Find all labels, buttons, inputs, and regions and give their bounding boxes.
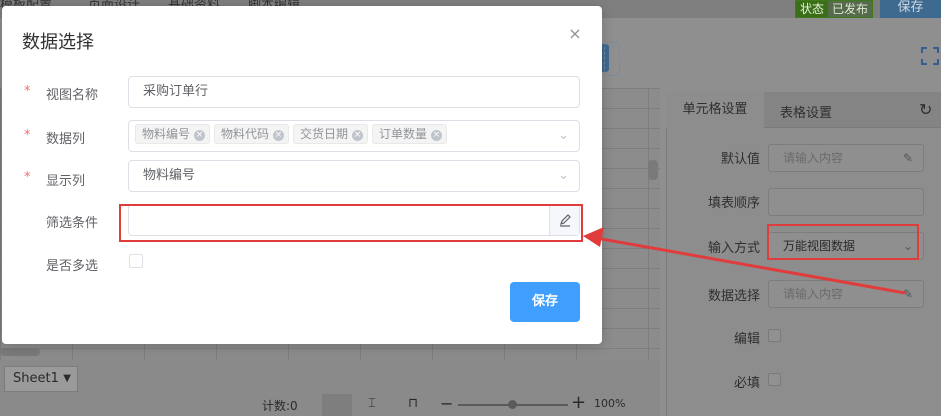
right-panel-tabs: 单元格设置 表格设置 (666, 92, 941, 128)
column-tag: 订单数量 × (372, 124, 448, 144)
data-select-label: 数据选择 (707, 289, 760, 304)
required-star: * (24, 84, 31, 99)
tag-close-icon[interactable]: × (273, 130, 285, 141)
default-value-placeholder: 请输入内容 (783, 151, 844, 165)
view-name-value: 采购订单行 (143, 84, 209, 99)
fill-order-label: 填表顺序 (707, 196, 760, 211)
count-readout: 计数:0 (262, 399, 298, 413)
column-tag: 物料代码 × (214, 124, 290, 144)
view-name-label: 视图名称 (46, 88, 99, 103)
chevron-down-icon: ⌄ (558, 168, 569, 183)
tab-table-settings[interactable]: 表格设置 (780, 102, 832, 121)
tag-close-icon[interactable]: × (194, 130, 206, 141)
column-tag-label: 物料编号 (142, 127, 191, 141)
default-value-label: 默认值 (720, 152, 760, 167)
data-select-dialog: 数据选择 × * 视图名称 采购订单行 * 数据列 物料编号 × 物料代码 × 交货日期… (2, 6, 602, 344)
page-layout-icon[interactable]: ⌶ (368, 396, 376, 411)
tab-cell-settings[interactable]: 单元格设置 (666, 92, 764, 128)
data-select-placeholder: 请输入内容 (783, 287, 844, 301)
column-tag: 物料编号 × (135, 124, 211, 144)
column-tag-label: 物料代码 (221, 127, 270, 141)
column-tag: 交货日期 × (293, 124, 369, 144)
grid-vertical-scrollbar[interactable] (648, 160, 658, 180)
sheet-name: Sheet1 (13, 371, 59, 386)
zoom-level: 100% (594, 397, 626, 410)
default-value-input[interactable]: 请输入内容 ✎ (768, 144, 924, 172)
fullscreen-icon[interactable] (920, 46, 940, 71)
refresh-icon[interactable]: ↻ (919, 100, 932, 119)
tag-close-icon[interactable]: × (431, 130, 443, 141)
required-label: 必填 (733, 376, 760, 391)
status-value: 已发布 (828, 1, 873, 17)
view-name-input[interactable]: 采购订单行 (128, 76, 580, 108)
editable-label: 编辑 (733, 332, 760, 347)
data-select-input[interactable]: 请输入内容 ✎ (768, 280, 924, 308)
column-tag-label: 交货日期 (300, 127, 349, 141)
display-column-select[interactable]: 物料编号 ⌄ (128, 160, 580, 192)
sheet-tab[interactable]: Sheet1 ▼ (4, 366, 78, 392)
close-icon[interactable]: × (568, 24, 582, 43)
dialog-save-button[interactable]: 保存 (510, 282, 580, 322)
chevron-down-icon: ⌄ (558, 128, 569, 143)
toolbar-outline-button[interactable] (604, 42, 620, 76)
status-key: 状态 (796, 1, 829, 17)
zoom-slider-handle[interactable] (508, 400, 517, 409)
required-star: * (24, 128, 31, 143)
status-badge: 状态 已发布 (795, 0, 874, 18)
data-columns-select[interactable]: 物料编号 × 物料代码 × 交货日期 × 订单数量 × ⌄ (128, 120, 580, 152)
caret-down-icon: ▼ (63, 373, 71, 384)
tag-close-icon[interactable]: × (352, 130, 364, 141)
multi-select-checkbox[interactable] (129, 254, 143, 268)
grid-view-icon[interactable] (322, 394, 352, 416)
dialog-title: 数据选择 (22, 32, 94, 53)
zoom-out-icon[interactable]: − (440, 394, 453, 413)
display-column-value: 物料编号 (143, 168, 196, 183)
editable-checkbox[interactable] (768, 329, 781, 342)
zoom-in-icon[interactable]: + (571, 392, 586, 413)
top-save-button[interactable]: 保存 (880, 0, 941, 18)
display-column-label: 显示列 (46, 174, 86, 189)
edit-icon[interactable]: ✎ (903, 281, 913, 307)
multi-select-label: 是否多选 (46, 259, 99, 274)
required-star: * (24, 170, 31, 185)
fill-order-input[interactable] (768, 188, 924, 216)
edit-icon[interactable]: ✎ (903, 145, 913, 171)
required-checkbox[interactable] (768, 373, 781, 386)
annotation-highlight-input-mode (767, 224, 919, 260)
filter-label: 筛选条件 (46, 216, 99, 231)
app-root: 模板配置 页面设计 基础资料 脚本编辑 状态 已发布 保存 更多 ▾ 单元格设置… (0, 0, 941, 416)
input-mode-label: 输入方式 (707, 241, 760, 256)
page-break-icon[interactable]: ⊓ (408, 396, 418, 411)
data-columns-label: 数据列 (46, 132, 86, 147)
column-tag-label: 订单数量 (379, 127, 428, 141)
grid-horizontal-scrollbar[interactable] (0, 348, 40, 356)
annotation-highlight-filter (119, 204, 583, 242)
